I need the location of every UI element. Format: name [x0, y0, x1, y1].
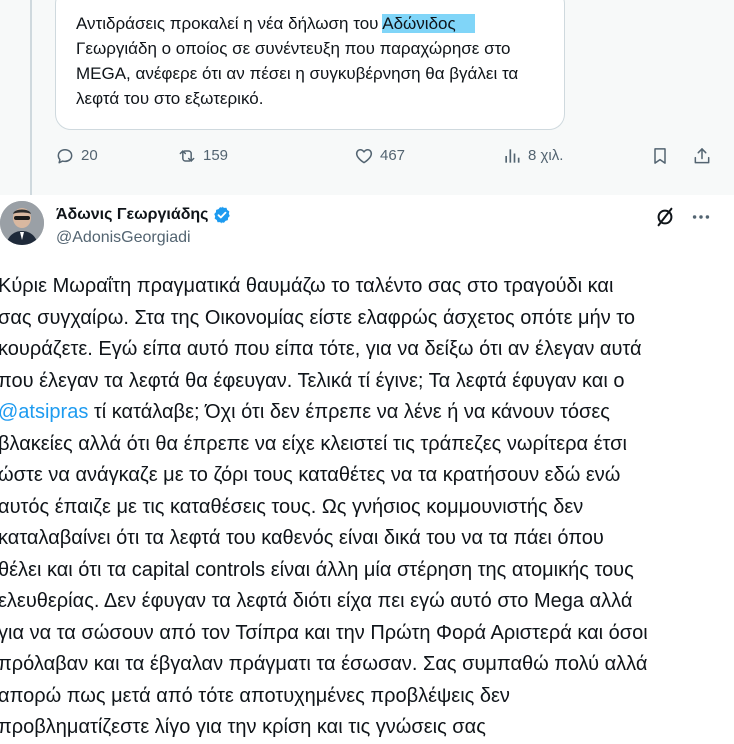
mention-link[interactable]: @atsipras	[0, 401, 88, 423]
like-icon	[355, 149, 373, 164]
tweet-line: που έλεγαν τα λεφτά θα έφευγαν. Τελικά τ…	[0, 369, 625, 392]
quoted-line-1: Αντιδράσεις προκαλεί η νέα δήλωση του Αδ…	[76, 11, 568, 36]
reply-count: 20	[81, 147, 98, 164]
avatar[interactable]	[0, 201, 44, 245]
tweet-line-after-mention: τί κατάλαβε; Όχι ότι δεν έπρεπε να λένε …	[88, 401, 610, 423]
reply-button[interactable]: 20	[55, 146, 98, 166]
tweet-line: πρόλαβαν και τα έβγαλαν πράγματι τα έσωσ…	[0, 653, 648, 675]
author-row: Άδωνις Γεωργιάδης	[56, 205, 232, 225]
bookmark-button[interactable]	[650, 146, 676, 166]
tweet-line: καταλαβαίνει ότι τα λεφτά του καθενός εί…	[0, 527, 604, 549]
avatar-image	[0, 201, 44, 245]
quoted-tweet-card[interactable]: Αντιδράσεις προκαλεί η νέα δήλωση του Αδ…	[55, 0, 565, 130]
author-name[interactable]: Άδωνις Γεωργιάδης	[56, 206, 208, 224]
quoted-tweet-text: Αντιδράσεις προκαλεί η νέα δήλωση του Αδ…	[76, 11, 568, 111]
quoted-line-3: MEGA, ανέφερε ότι αν πέσει η συγκυβέρνησ…	[76, 64, 519, 83]
quoted-line-1-before: Αντιδράσεις προκαλεί η νέα δήλωση του	[76, 14, 383, 33]
tweet-line: για να τα σώσουν από τον Τσίπρα και την …	[0, 621, 648, 644]
more-icon[interactable]	[690, 206, 712, 228]
tweet-line: σας συγχαίρω. Στα της Οικονομίας είστε ε…	[0, 306, 636, 329]
author-handle[interactable]: @AdonisGeorgiadi	[56, 229, 191, 247]
share-button[interactable]	[692, 146, 718, 166]
quoted-highlight-pad	[455, 14, 475, 33]
thread-connector-line	[30, 0, 32, 195]
tweet-line: κουράζετε. Εγώ είπα αυτό που είπα τότε, …	[0, 338, 642, 360]
tweet-line: αυτός έπαιζε με τις καταθέσεις τους. Ως …	[0, 495, 584, 518]
tweet-line: βλακείες αλλά ότι θα έπρεπε να είχε κλει…	[0, 432, 627, 455]
previous-tweet-area: Αντιδράσεις προκαλεί η νέα δήλωση του Αδ…	[0, 0, 734, 195]
views-button[interactable]: 8 χιλ.	[502, 146, 563, 166]
quoted-line-4: λεφτά του στο εξωτερικό.	[76, 89, 264, 108]
verified-badge-icon	[214, 206, 231, 224]
tweet-line: προβληματίζεστε λίγο για την κρίση και τ…	[0, 716, 486, 738]
quoted-highlight: Αδώνιδος	[382, 14, 456, 33]
repost-button[interactable]: 159	[177, 146, 228, 166]
tweet-actions-bar: 20 159 467 8 χιλ.	[55, 146, 720, 172]
views-count: 8 χιλ.	[528, 147, 564, 164]
like-button[interactable]: 467	[354, 146, 405, 166]
tweet-line: Κύριε Μωραΐτη πραγματικά θαυμάζω το ταλέ…	[0, 275, 614, 297]
tweet-line: θέλει και ότι τα capital controls είναι …	[0, 558, 634, 581]
tweet-line: απορώ πως μετά από τότε αποτυχημένες προ…	[0, 684, 510, 707]
like-count: 467	[380, 147, 406, 164]
bookmark-icon	[654, 148, 666, 164]
tweet-line-with-mention: @atsipras τί κατάλαβε; Όχι ότι δεν έπρεπ…	[0, 397, 734, 429]
repost-count: 159	[203, 147, 229, 164]
tweet-line: ελευθερίας. Δεν έφυγαν τα λεφτά διότι εί…	[0, 590, 633, 612]
tweet-line: ώστε να ανάγκαζε με το ζόρι τους καταθέτ…	[0, 464, 621, 486]
repost-icon	[179, 150, 195, 162]
views-icon	[505, 149, 520, 163]
quoted-line-2: Γεωργιάδη ο οποίος σε συνέντευξη που παρ…	[76, 39, 511, 58]
tweet-text: Κύριε Μωραΐτη πραγματικά θαυμάζω το ταλέ…	[0, 271, 734, 744]
share-icon	[694, 148, 710, 164]
reply-icon	[57, 149, 73, 164]
grok-icon[interactable]	[654, 206, 676, 228]
